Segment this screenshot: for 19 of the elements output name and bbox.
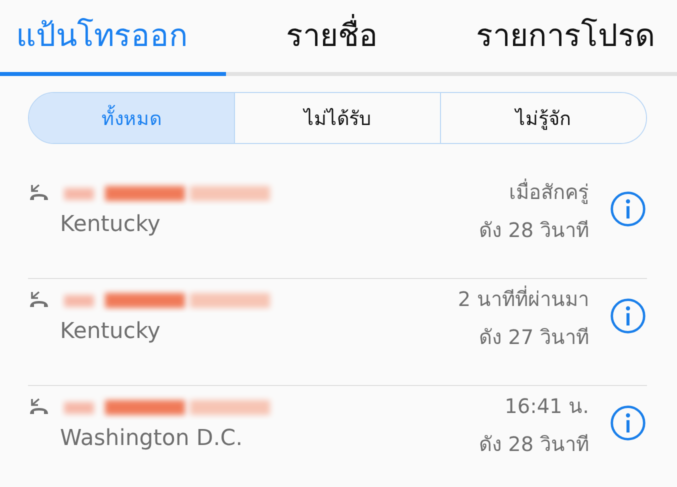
- call-time: 16:41 น.: [504, 393, 589, 420]
- tab[interactable]: รายชื่อ: [286, 10, 378, 60]
- call-duration: ดัง 28 วินาที: [478, 431, 589, 458]
- call-duration: ดัง 27 วินาที: [478, 324, 589, 351]
- outgoing-call-icon: [28, 291, 50, 309]
- call-time: เมื่อสักครู่: [509, 178, 589, 206]
- call-time: 2 นาทีที่ผ่านมา: [458, 284, 589, 313]
- call-location: Kentucky: [60, 212, 162, 237]
- tab[interactable]: รายการโปรด: [476, 10, 655, 60]
- info-icon[interactable]: [609, 404, 647, 442]
- filter-tab[interactable]: ไม่รู้จัก: [440, 93, 646, 143]
- info-icon[interactable]: [609, 297, 647, 335]
- call-location: Washington D.C.: [60, 426, 244, 451]
- tab[interactable]: แป้นโทรออก: [16, 10, 188, 60]
- outgoing-call-icon: [28, 184, 50, 202]
- call-location: Kentucky: [60, 319, 162, 344]
- info-icon[interactable]: [609, 190, 647, 228]
- call-duration: ดัง 28 วินาที: [478, 217, 589, 244]
- outgoing-call-icon: [28, 398, 50, 416]
